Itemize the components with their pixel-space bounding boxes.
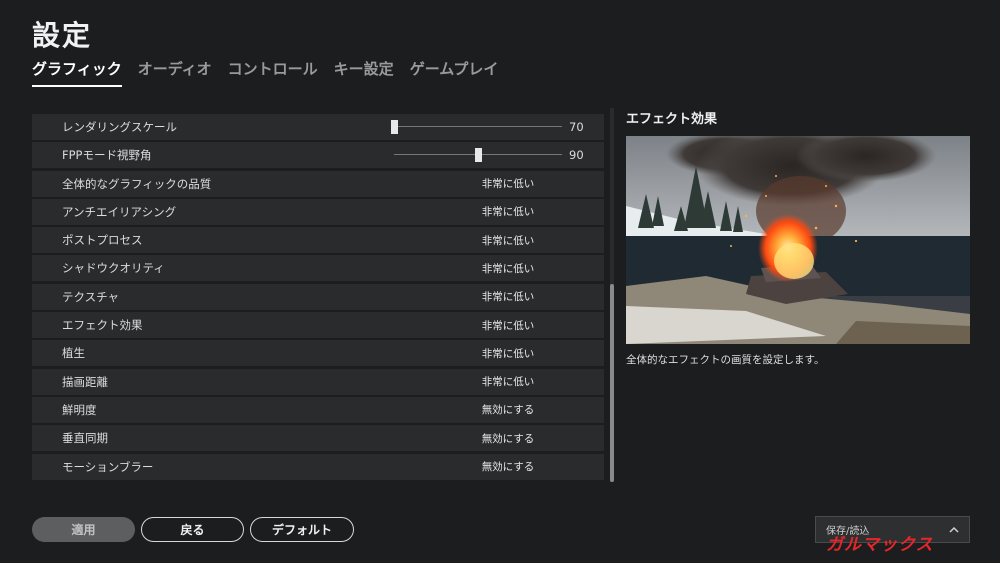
setting-value[interactable]: 無効にする: [432, 459, 584, 474]
watermark-logo: ガルマックス: [826, 535, 934, 555]
setting-row[interactable]: シャドウクオリティ 非常に低い: [32, 255, 604, 282]
setting-row[interactable]: 全体的なグラフィックの品質 非常に低い: [32, 170, 604, 197]
setting-row[interactable]: レンダリングスケール 70: [32, 114, 604, 140]
setting-value[interactable]: 非常に低い: [432, 261, 584, 276]
slider-thumb[interactable]: [391, 120, 398, 134]
tab-gameplay[interactable]: ゲームプレイ: [410, 58, 499, 87]
setting-label: 全体的なグラフィックの品質: [62, 176, 212, 191]
setting-row[interactable]: 鮮明度 無効にする: [32, 396, 604, 423]
setting-label: ポストプロセス: [62, 233, 143, 248]
setting-row[interactable]: アンチエイリアシング 非常に低い: [32, 198, 604, 225]
setting-value[interactable]: 非常に低い: [432, 289, 584, 304]
slider-track: [394, 126, 562, 127]
setting-slider[interactable]: [394, 142, 562, 168]
setting-value[interactable]: 非常に低い: [432, 318, 584, 333]
tab-audio[interactable]: オーディオ: [138, 58, 212, 87]
back-button[interactable]: 戻る: [141, 517, 244, 542]
setting-label: 植生: [62, 346, 85, 361]
settings-scrollbar[interactable]: [610, 108, 614, 482]
setting-row[interactable]: 描画距離 非常に低い: [32, 368, 604, 395]
setting-value[interactable]: 非常に低い: [432, 374, 584, 389]
setting-row[interactable]: 垂直同期 無効にする: [32, 425, 604, 452]
setting-label: アンチエイリアシング: [62, 204, 177, 219]
preview-description: 全体的なエフェクトの画質を設定します。: [626, 354, 825, 366]
page-title: 設定: [32, 19, 93, 52]
tab-key-bindings[interactable]: キー設定: [334, 58, 394, 87]
preview-title: エフェクト効果: [626, 112, 718, 127]
slider-value: 90: [569, 148, 584, 163]
slider-thumb[interactable]: [475, 148, 482, 163]
setting-label: 垂直同期: [62, 431, 108, 446]
tab-graphics[interactable]: グラフィック: [32, 58, 122, 87]
slider-value: 70: [569, 120, 584, 134]
setting-label: 鮮明度: [62, 402, 97, 417]
setting-value[interactable]: 非常に低い: [432, 233, 584, 248]
setting-label: レンダリングスケール: [62, 120, 177, 134]
scrollbar-thumb[interactable]: [610, 283, 614, 482]
setting-label: エフェクト効果: [62, 318, 143, 333]
setting-label: 描画距離: [62, 374, 108, 389]
apply-button[interactable]: 適用: [32, 517, 135, 542]
setting-row[interactable]: 植生 非常に低い: [32, 340, 604, 367]
setting-label: テクスチャ: [62, 289, 120, 304]
settings-list: レンダリングスケール 70 FPPモード視野角 90 全体的なグラフィックの品質 非常に低…: [32, 114, 604, 480]
tab-bar: グラフィック オーディオ コントロール キー設定 ゲームプレイ: [32, 58, 498, 87]
setting-row[interactable]: ポストプロセス 非常に低い: [32, 227, 604, 254]
setting-row[interactable]: テクスチャ 非常に低い: [32, 283, 604, 310]
setting-value[interactable]: 非常に低い: [432, 346, 584, 361]
setting-value[interactable]: 非常に低い: [432, 176, 584, 191]
setting-value[interactable]: 無効にする: [432, 402, 584, 417]
setting-slider[interactable]: [391, 114, 562, 140]
setting-row[interactable]: FPPモード視野角 90: [32, 142, 604, 169]
tab-controls[interactable]: コントロール: [228, 58, 318, 87]
setting-label: モーションブラー: [62, 459, 154, 474]
setting-row[interactable]: モーションブラー 無効にする: [32, 453, 604, 480]
default-button[interactable]: デフォルト: [250, 517, 354, 542]
effect-preview-image: [626, 136, 970, 344]
setting-label: シャドウクオリティ: [62, 261, 165, 276]
setting-label: FPPモード視野角: [62, 148, 152, 163]
setting-row[interactable]: エフェクト効果 非常に低い: [32, 312, 604, 339]
chevron-up-icon: [949, 526, 959, 533]
setting-value[interactable]: 非常に低い: [432, 204, 584, 219]
setting-value[interactable]: 無効にする: [432, 431, 584, 446]
